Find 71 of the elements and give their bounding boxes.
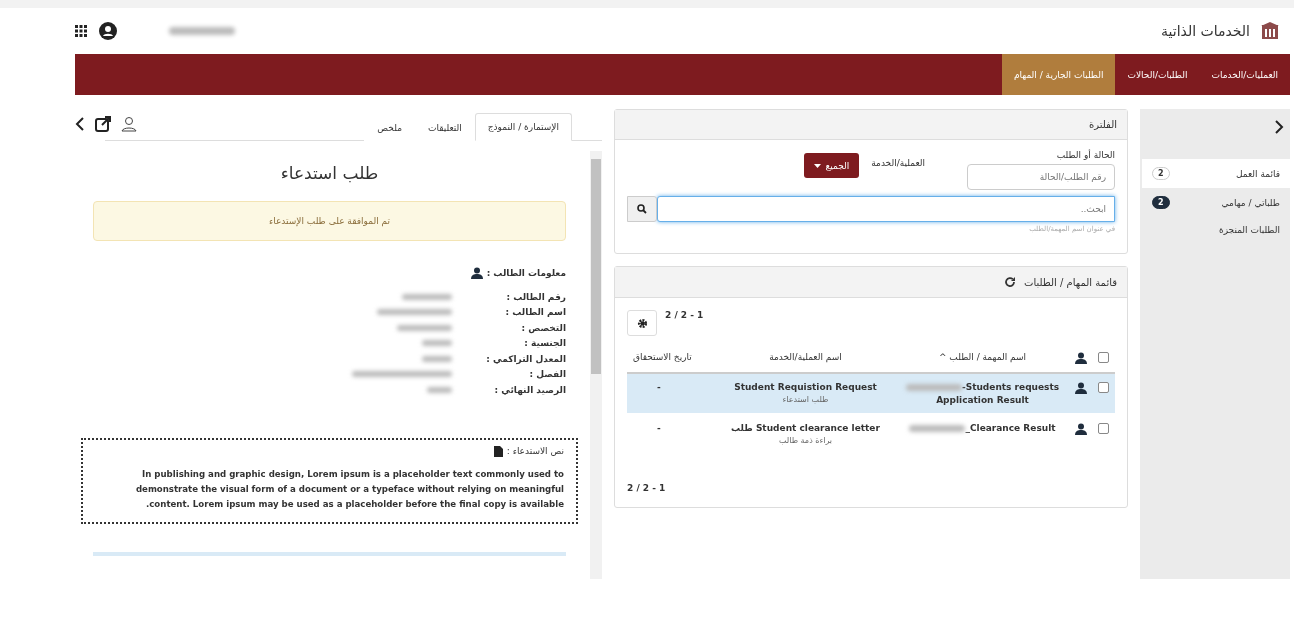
field-label: رقم الطالب : bbox=[505, 291, 566, 302]
blurred-value bbox=[427, 386, 452, 393]
field-label: الفصل : bbox=[528, 369, 566, 380]
blurred-value bbox=[422, 340, 452, 347]
search-button[interactable] bbox=[627, 196, 657, 222]
field-label: الجنسية : bbox=[523, 338, 566, 349]
approval-alert: تم الموافقة على طلب الإستدعاء bbox=[93, 201, 566, 241]
search-icon bbox=[637, 204, 647, 214]
nav-tab[interactable]: العمليات/الخدمات bbox=[1199, 54, 1290, 95]
settings-icon bbox=[636, 317, 648, 329]
table-cell: Clearance Result_ bbox=[965, 423, 1056, 433]
blurred-value bbox=[402, 293, 452, 300]
table-cell-text: - bbox=[657, 382, 662, 392]
column-header[interactable]: اسم العملية/الخدمة bbox=[717, 346, 894, 368]
document-icon bbox=[493, 445, 503, 457]
nav-tab[interactable]: الطلبات الجارية / المهام bbox=[1001, 54, 1116, 95]
pagination-info: 2 / 2 - 1 bbox=[627, 483, 666, 493]
sidebar-item[interactable]: الطلبات المنجزة bbox=[1142, 217, 1290, 243]
panel-title: قائمة المهام / الطلبات bbox=[1024, 276, 1117, 288]
scrollbar[interactable] bbox=[590, 151, 602, 579]
search-field[interactable]: ابحث.. bbox=[657, 196, 1115, 222]
chevron-right-icon[interactable] bbox=[1274, 119, 1284, 135]
row-checkbox[interactable] bbox=[1098, 423, 1109, 434]
field-label: المعدل التراكمي : bbox=[485, 353, 566, 364]
account-icon[interactable] bbox=[99, 22, 117, 40]
user-icon bbox=[470, 267, 483, 279]
column-header[interactable]: اسم المهمة / الطلب ^ bbox=[894, 346, 1071, 368]
field-label: العملية/الخدمة bbox=[871, 158, 925, 168]
table-cell-text: براءة ذمة طالب bbox=[777, 436, 834, 445]
refresh-icon[interactable] bbox=[1004, 276, 1017, 288]
back-chevron-icon[interactable] bbox=[75, 116, 85, 132]
field-label: اسم الطالب : bbox=[504, 307, 566, 318]
field-label: التخصص : bbox=[520, 322, 566, 333]
caret-icon bbox=[814, 163, 822, 168]
table-cell-text: Student clearance letter طلب bbox=[730, 423, 881, 433]
select-all-checkbox[interactable] bbox=[1098, 352, 1109, 363]
form-title: طلب استدعاء bbox=[279, 163, 380, 183]
blurred-value bbox=[909, 424, 966, 432]
row-checkbox[interactable] bbox=[1098, 382, 1109, 393]
nav-tab[interactable]: الطلبات/الحالات bbox=[1115, 54, 1200, 95]
service-dropdown[interactable]: الجميع bbox=[804, 153, 860, 178]
table-cell-text: - bbox=[657, 423, 662, 433]
blurred-username bbox=[169, 27, 235, 35]
form-tab[interactable]: الإستمارة / النموذج bbox=[474, 113, 572, 141]
app-title: الخدمات الذاتية bbox=[1161, 23, 1250, 39]
user-outline-icon[interactable] bbox=[121, 116, 137, 132]
section-title: نص الاستدعاء : bbox=[506, 446, 564, 456]
column-header[interactable]: تاريخ الاستحقاق bbox=[627, 346, 717, 368]
user-column-icon bbox=[1075, 352, 1087, 364]
building-logo-icon bbox=[1260, 21, 1280, 41]
blurred-value bbox=[422, 355, 452, 362]
panel-title: الفلترة bbox=[1089, 119, 1117, 130]
count-badge: 2 bbox=[1152, 196, 1170, 209]
blurred-value bbox=[397, 324, 452, 331]
count-badge: 2 bbox=[1152, 167, 1170, 180]
external-link-icon[interactable] bbox=[95, 116, 111, 132]
section-title: معلومات الطالب : bbox=[486, 268, 566, 278]
table-cell-text: Student Requistion Request bbox=[733, 382, 878, 392]
request-text: In publishing and graphic design, Lorem ipsum is a placeholder text commonly used to demonstrate the visual form of a document or a typeface without relying on meaningful content. Lorem ipsum may be used as a placeholder before the final copy is available. bbox=[134, 467, 564, 511]
blurred-value bbox=[905, 383, 962, 391]
pagination-info: 2 / 2 - 1 bbox=[665, 310, 704, 320]
field-label: الرصيد النهائي : bbox=[493, 384, 566, 395]
user-icon bbox=[1075, 382, 1087, 394]
table-cell: Students requests- bbox=[961, 382, 1060, 392]
user-icon bbox=[1075, 423, 1087, 435]
table-cell-text: طلب استدعاء bbox=[781, 395, 830, 404]
apps-grid-icon[interactable] bbox=[75, 25, 87, 37]
field-label: الحالة أو الطلب bbox=[1055, 150, 1115, 160]
table-cell-text: Application Result bbox=[935, 395, 1030, 405]
settings-button[interactable] bbox=[627, 310, 657, 336]
case-number-field[interactable]: رقم الطلب/الحالة bbox=[967, 164, 1115, 190]
